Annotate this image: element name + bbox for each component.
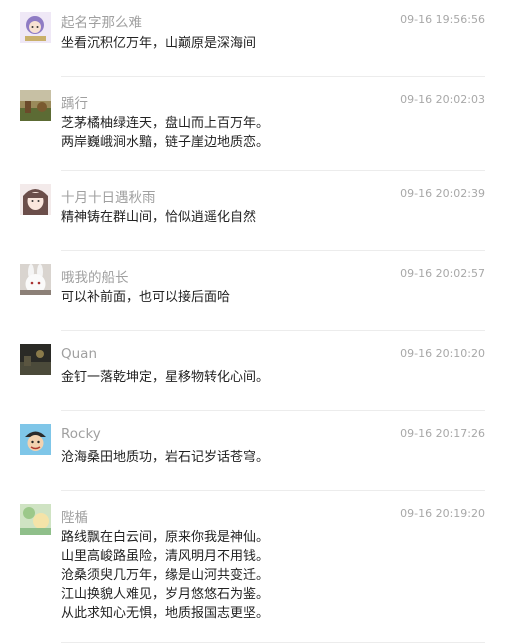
comment-username[interactable]: 陛楯 [61,506,88,526]
comment-item: Rocky 09-16 20:17:26 沧海桑田地质功，岩石记岁话苍穹。 [0,411,507,491]
comment-username[interactable]: 哦我的船长 [61,266,129,286]
dark-scene-avatar-icon[interactable] [20,344,51,375]
comment-line: 芝茅橘柚绿连天，盘山而上百万年。 [61,116,270,131]
comment-item: 哦我的船长 09-16 20:02:57 可以补前面，也可以接后面哈 [0,251,507,331]
comment-line: 两岸巍峨涧水黯，链子崖边地质恋。 [61,135,270,150]
comment-username[interactable]: Quan [61,346,97,362]
comment-content: 沧海桑田地质功，岩石记岁话苍穹。 [61,448,471,467]
comment-username[interactable]: 起名字那么难 [61,11,142,31]
comment-username[interactable]: 十月十日遇秋雨 [61,186,156,206]
comment-timestamp: 09-16 20:17:26 [400,427,485,440]
comment-timestamp: 09-16 20:02:57 [400,267,485,280]
comment-line: 坐看沉积亿万年，山巅原是深海间 [61,36,257,51]
rabbit-avatar-icon[interactable] [20,264,51,295]
comment-content: 路线飘在白云间，原来你我是神仙。 山里高峻路虽险，清风明月不用钱。 沧桑须臾几万… [61,528,471,623]
comment-item: 踽行 09-16 20:02:03 芝茅橘柚绿连天，盘山而上百万年。 两岸巍峨涧… [0,77,507,171]
comment-line: 沧海桑田地质功，岩石记岁话苍穹。 [61,450,270,465]
comment-item: Quan 09-16 20:10:20 金钉一落乾坤定，星移物转化心间。 [0,331,507,411]
comment-timestamp: 09-16 19:56:56 [400,13,485,26]
comment-content: 芝茅橘柚绿连天，盘山而上百万年。 两岸巍峨涧水黯，链子崖边地质恋。 [61,114,471,152]
comment-item: 起名字那么难 09-16 19:56:56 坐看沉积亿万年，山巅原是深海间 [0,0,507,77]
comment-line: 金钉一落乾坤定，星移物转化心间。 [61,370,270,385]
cartoon-pirate-avatar-icon[interactable] [20,424,51,455]
comment-line: 路线飘在白云间，原来你我是神仙。 [61,530,270,545]
comment-timestamp: 09-16 20:02:03 [400,93,485,106]
comment-username[interactable]: 踽行 [61,92,88,112]
comment-item: 十月十日遇秋雨 09-16 20:02:39 精神铸在群山间，恰似逍遥化自然 [0,171,507,251]
comment-line: 江山换貌人难见，岁月悠悠石为鉴。 [61,587,270,602]
anime-girl-avatar-icon[interactable] [20,184,51,215]
comment-item: 陛楯 09-16 20:19:20 路线飘在白云间，原来你我是神仙。 山里高峻路… [0,491,507,643]
comment-content: 可以补前面，也可以接后面哈 [61,288,471,307]
anime-avatar-icon[interactable] [20,12,51,43]
comment-content: 金钉一落乾坤定，星移物转化心间。 [61,368,471,387]
comment-timestamp: 09-16 20:02:39 [400,187,485,200]
comment-timestamp: 09-16 20:19:20 [400,507,485,520]
comment-line: 精神铸在群山间，恰似逍遥化自然 [61,210,257,225]
comment-timestamp: 09-16 20:10:20 [400,347,485,360]
comment-line: 从此求知心无惧，地质报国志更坚。 [61,606,270,621]
comment-content: 精神铸在群山间，恰似逍遥化自然 [61,208,471,227]
comment-username[interactable]: Rocky [61,426,101,442]
comment-content: 坐看沉积亿万年，山巅原是深海间 [61,34,471,53]
comment-line: 可以补前面，也可以接后面哈 [61,290,231,305]
landscape-photo-avatar-icon[interactable] [20,90,51,121]
comment-line: 沧桑须臾几万年，缘是山河共变迁。 [61,568,270,583]
comment-line: 山里高峻路虽险，清风明月不用钱。 [61,549,270,564]
green-illustration-avatar-icon[interactable] [20,504,51,535]
